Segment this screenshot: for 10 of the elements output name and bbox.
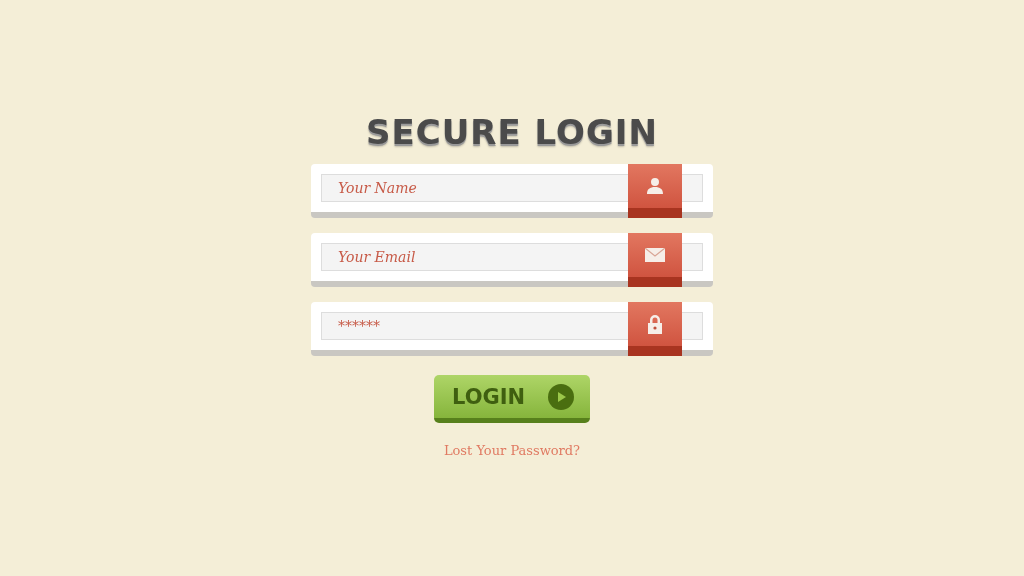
input-field[interactable]: ****** [311,302,713,356]
login-button[interactable]: LOGIN [434,375,590,423]
input-field[interactable]: Your Name [311,164,713,218]
envelope-icon [645,248,665,262]
login-title: SECURE LOGIN [366,111,658,154]
padlock-icon [647,314,663,334]
lost-password-link[interactable]: Lost Your Password? [443,443,581,458]
user-icon [646,177,664,195]
input-field[interactable]: Your Email [311,233,713,287]
play-icon [548,383,574,410]
